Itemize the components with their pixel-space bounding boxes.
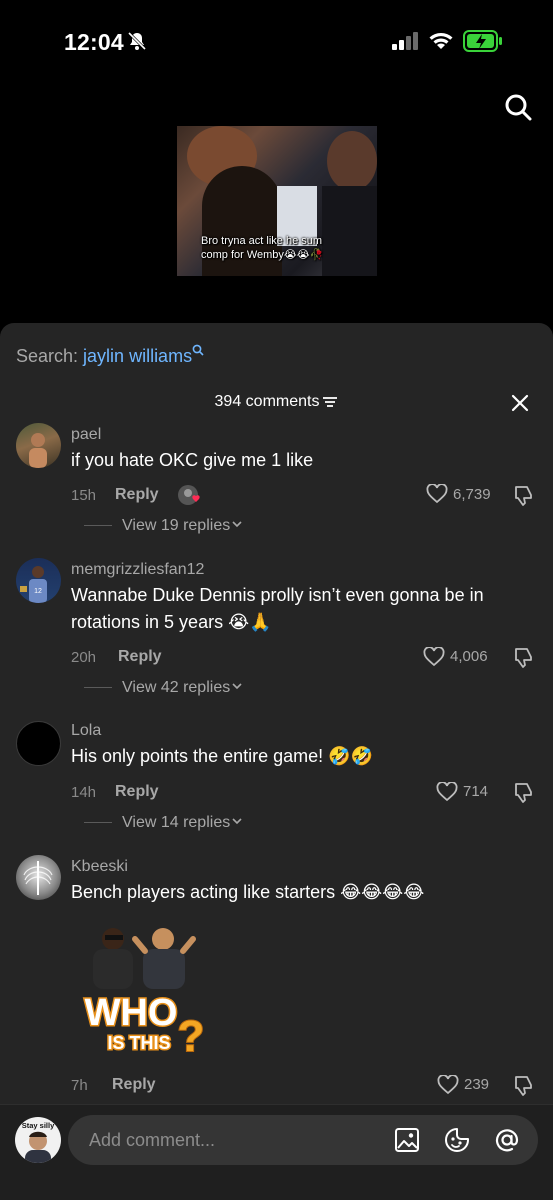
video-figure [327,131,377,191]
like-heart-icon[interactable] [437,1075,459,1095]
divider [84,822,112,824]
video-caption: Bro tryna act like he sum comp for Wemby… [201,235,324,261]
comment-age: 14h [71,784,97,801]
comments-count: 394 comments [0,393,553,411]
comment-input[interactable] [89,1115,379,1165]
comment-text: Wannabe Duke Dennis prolly isn’t even go… [71,585,484,632]
wifi-icon [429,33,453,49]
like-count: 714 [463,783,489,800]
reply-button[interactable]: Reply [112,1076,156,1094]
view-replies-label: View 42 replies [122,679,231,696]
battery-charging-icon [463,30,502,52]
person-icon: Stay silly [22,1121,55,1163]
comment-compose-bar: Stay silly [0,1104,553,1200]
avatar-badge-text: Stay silly [22,1121,55,1130]
comments-count-label: 394 comments [214,393,320,410]
comment-sticker[interactable]: WHO IS THIS ? [79,921,209,1066]
avatar[interactable] [16,721,61,766]
person-icon [29,433,47,468]
dislike-icon[interactable] [512,646,534,668]
like-heart-icon[interactable] [423,647,445,667]
mention-icon[interactable] [494,1127,520,1153]
comment-age: 15h [71,487,97,504]
svg-text:12: 12 [34,588,42,595]
comment-text: His only points the entire game! 🤣🤣 [71,746,373,766]
status-bar: 12:04 [0,0,553,80]
image-icon[interactable] [394,1127,420,1153]
reply-button[interactable]: Reply [115,783,159,801]
comment-text: Bench players acting like starters 😂😂😂😂 [71,882,425,902]
search-icon[interactable] [503,92,533,122]
search-keyword-link[interactable]: jaylin williams [83,346,192,366]
sticker-who-text: WHO [85,992,178,1034]
like-heart-icon[interactable] [426,484,448,504]
comment-age: 20h [71,649,97,666]
emoji-icon[interactable] [444,1127,470,1153]
video-thumbnail[interactable]: Bro tryna act like he sum comp for Wemby… [177,126,377,276]
dislike-icon[interactable] [512,484,534,506]
related-search[interactable]: Search: jaylin williams [16,344,204,367]
comment-text: if you hate OKC give me 1 like [71,450,314,470]
dislike-icon[interactable] [512,781,534,803]
person-icon: 12 [20,566,47,603]
chevron-down-icon [232,818,242,825]
comments-sheet: Search: jaylin williams 394 comments pae… [0,323,553,1200]
avatar[interactable] [16,855,61,900]
video-figure [322,186,377,276]
search-prefix: Search: [16,346,84,366]
comment-username[interactable]: pael [71,426,101,444]
signal-icon [392,32,418,50]
creator-liked-icon [178,485,200,505]
avatar[interactable]: Stay silly [15,1117,61,1163]
view-replies-button[interactable]: View 19 replies [84,517,242,535]
chevron-down-icon [232,521,242,528]
view-replies-button[interactable]: View 14 replies [84,814,242,832]
bell-off-icon [127,31,147,51]
comment-username[interactable]: memgrizzliesfan12 [71,561,204,579]
sort-filter-icon[interactable] [322,396,338,408]
divider [84,525,112,527]
dislike-icon[interactable] [512,1074,534,1096]
sticker-is-this-text: IS THIS [107,1033,170,1053]
add-comment-field[interactable] [68,1115,538,1165]
status-time: 12:04 [64,29,124,55]
like-count: 6,739 [453,486,491,503]
search-icon [192,344,204,356]
reply-button[interactable]: Reply [115,486,159,504]
comment-username[interactable]: Kbeeski [71,858,128,876]
avatar[interactable]: 12 [16,558,61,603]
reply-button[interactable]: Reply [118,648,162,666]
xray-icon [23,861,53,895]
close-icon[interactable] [510,393,530,413]
view-replies-label: View 19 replies [122,517,231,534]
comment-username[interactable]: Lola [71,722,101,740]
like-count: 4,006 [450,648,488,665]
view-replies-label: View 14 replies [122,814,231,831]
question-mark-icon: ? [178,1012,205,1061]
avatar[interactable] [16,423,61,468]
chevron-down-icon [232,683,242,690]
like-heart-icon[interactable] [436,782,458,802]
comment-age: 7h [71,1077,88,1094]
view-replies-button[interactable]: View 42 replies [84,679,242,697]
divider [84,687,112,689]
like-count: 239 [464,1076,490,1093]
